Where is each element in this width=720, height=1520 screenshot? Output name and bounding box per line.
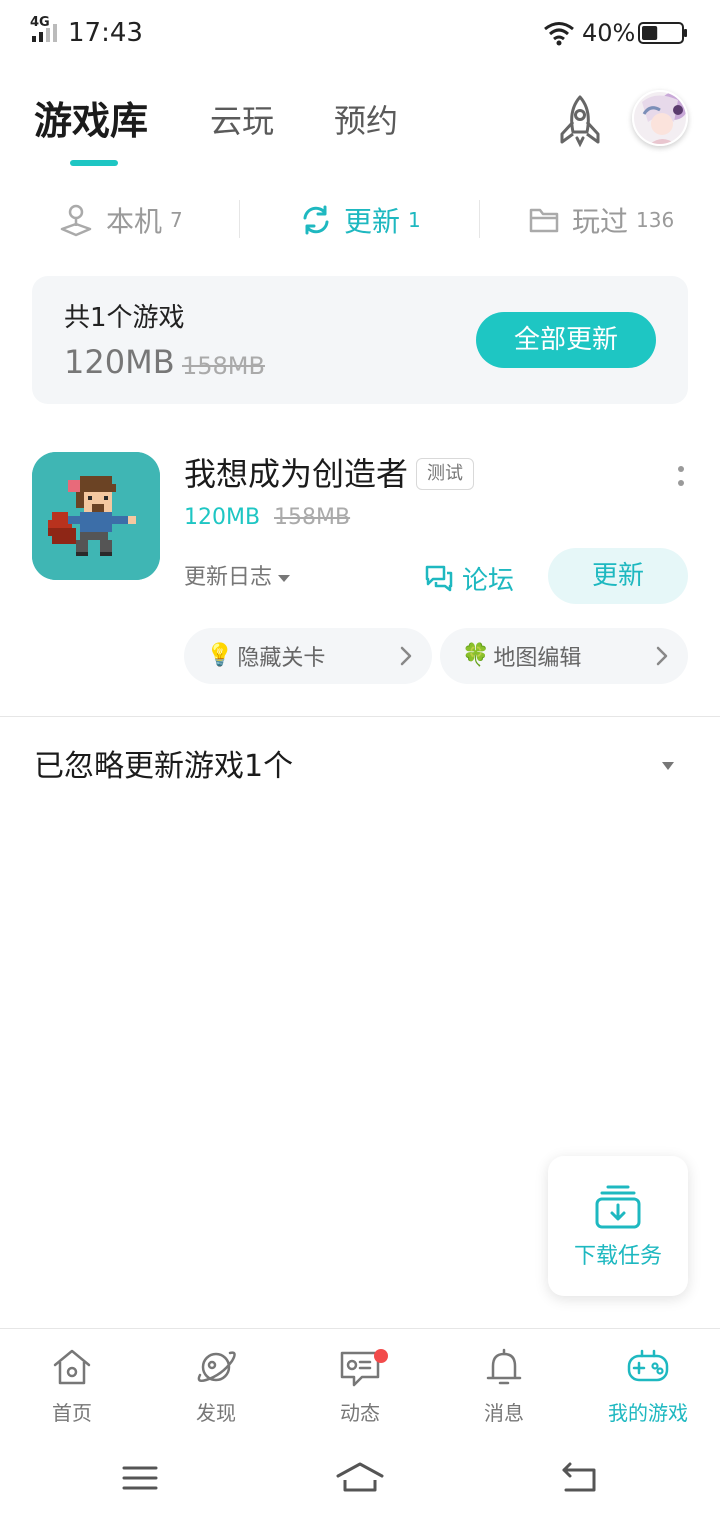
subtab-played-label: 玩过 <box>572 205 629 238</box>
subtab-local[interactable]: 本机 7 <box>58 190 183 250</box>
update-button[interactable]: 更新 <box>548 548 688 604</box>
subtab-update-count: 1 <box>408 208 421 232</box>
refresh-icon <box>303 205 329 235</box>
home-button-icon[interactable] <box>336 1456 384 1500</box>
nav-messages[interactable]: 消息 <box>444 1345 564 1435</box>
gamepad-icon <box>627 1349 669 1382</box>
more-options-icon[interactable] <box>664 460 698 494</box>
forum-icon <box>425 565 453 592</box>
nav-home-label: 首页 <box>52 1401 92 1425</box>
subtab-divider <box>479 200 480 238</box>
nav-my-games[interactable]: 我的游戏 <box>588 1345 708 1435</box>
section-divider <box>0 716 720 717</box>
user-avatar[interactable] <box>632 90 688 146</box>
device-icon <box>60 204 92 237</box>
folder-icon <box>529 208 559 233</box>
update-all-button[interactable]: 全部更新 <box>476 312 656 368</box>
wifi-icon <box>544 22 574 46</box>
subtab-played[interactable]: 玩过 136 <box>528 190 674 250</box>
back-icon[interactable] <box>556 1456 604 1500</box>
summary-title: 共1个游戏 <box>64 303 185 333</box>
update-summary-card: 共1个游戏 120MB 158MB 全部更新 <box>32 276 688 404</box>
subtab-divider <box>239 200 240 238</box>
forum-label: 论坛 <box>462 565 515 596</box>
menu-icon[interactable] <box>116 1456 164 1500</box>
subtab-played-count: 136 <box>636 208 675 232</box>
subtab-local-label: 本机 <box>106 205 163 238</box>
subtab-bar: 本机 7 更新 1 玩过 136 <box>0 190 720 250</box>
download-tasks-button[interactable]: 下载任务 <box>548 1156 688 1296</box>
subtab-update[interactable]: 更新 1 <box>300 190 421 250</box>
system-navigation-bar <box>0 1438 720 1520</box>
bottom-navigation: 首页 发现 动态 消息 我的游戏 <box>0 1328 720 1438</box>
network-indicator: 4G <box>30 16 64 44</box>
home-icon <box>53 1349 91 1385</box>
chip-map-editor[interactable]: 🍀 地图编辑 <box>440 628 688 684</box>
nav-feed[interactable]: 动态 <box>300 1345 420 1435</box>
chip-label: 地图编辑 <box>493 646 582 671</box>
tab-game-library[interactable]: 游戏库 <box>34 94 148 148</box>
status-bar: 4G 17:43 40% <box>0 0 720 66</box>
avatar-image <box>634 92 686 144</box>
summary-size: 120MB <box>64 343 175 381</box>
network-type: 4G <box>30 15 50 30</box>
chevron-right-icon <box>400 646 412 666</box>
download-tasks-label: 下载任务 <box>573 1244 662 1269</box>
planet-icon <box>197 1351 236 1383</box>
subtab-update-label: 更新 <box>344 205 401 238</box>
nav-discover[interactable]: 发现 <box>156 1345 276 1435</box>
nav-home[interactable]: 首页 <box>12 1345 132 1435</box>
tab-cloud-play[interactable]: 云玩 <box>210 94 274 148</box>
chevron-right-icon <box>656 646 668 666</box>
battery-icon <box>638 22 687 44</box>
tab-reservation[interactable]: 预约 <box>334 94 398 148</box>
chevron-down-icon <box>278 574 291 582</box>
chevron-down-icon <box>662 762 674 770</box>
bell-icon <box>486 1348 522 1385</box>
chip-hidden-levels[interactable]: 💡 隐藏关卡 <box>184 628 432 684</box>
ignored-updates-label: 已忽略更新游戏1个 <box>34 749 294 784</box>
forum-link[interactable]: 论坛 <box>424 556 514 600</box>
ignored-updates-row[interactable]: 已忽略更新游戏1个 <box>0 740 720 796</box>
game-tag-badge: 测试 <box>416 458 474 490</box>
nav-feed-label: 动态 <box>340 1401 380 1425</box>
lightbulb-icon: 💡 <box>206 643 234 668</box>
battery-percent: 40% <box>582 19 636 47</box>
active-tab-indicator <box>70 160 118 166</box>
subtab-local-count: 7 <box>170 208 183 232</box>
rocket-icon[interactable] <box>554 94 606 148</box>
download-tray-icon <box>595 1185 641 1229</box>
changelog-toggle[interactable]: 更新日志 <box>184 560 291 596</box>
changelog-label: 更新日志 <box>184 565 273 590</box>
game-old-size: 158MB <box>274 505 351 530</box>
game-icon[interactable] <box>32 452 160 580</box>
nav-messages-label: 消息 <box>484 1401 524 1425</box>
nav-my-games-label: 我的游戏 <box>608 1401 688 1425</box>
clover-icon: 🍀 <box>462 643 490 668</box>
nav-discover-label: 发现 <box>196 1401 236 1425</box>
summary-old-size: 158MB <box>182 352 265 380</box>
pixel-character-image <box>32 452 160 580</box>
notification-badge <box>374 1349 388 1363</box>
game-size: 120MB <box>184 505 261 530</box>
chip-label: 隐藏关卡 <box>237 646 326 671</box>
game-title[interactable]: 我想成为创造者 <box>184 452 408 496</box>
clock: 17:43 <box>68 18 143 48</box>
